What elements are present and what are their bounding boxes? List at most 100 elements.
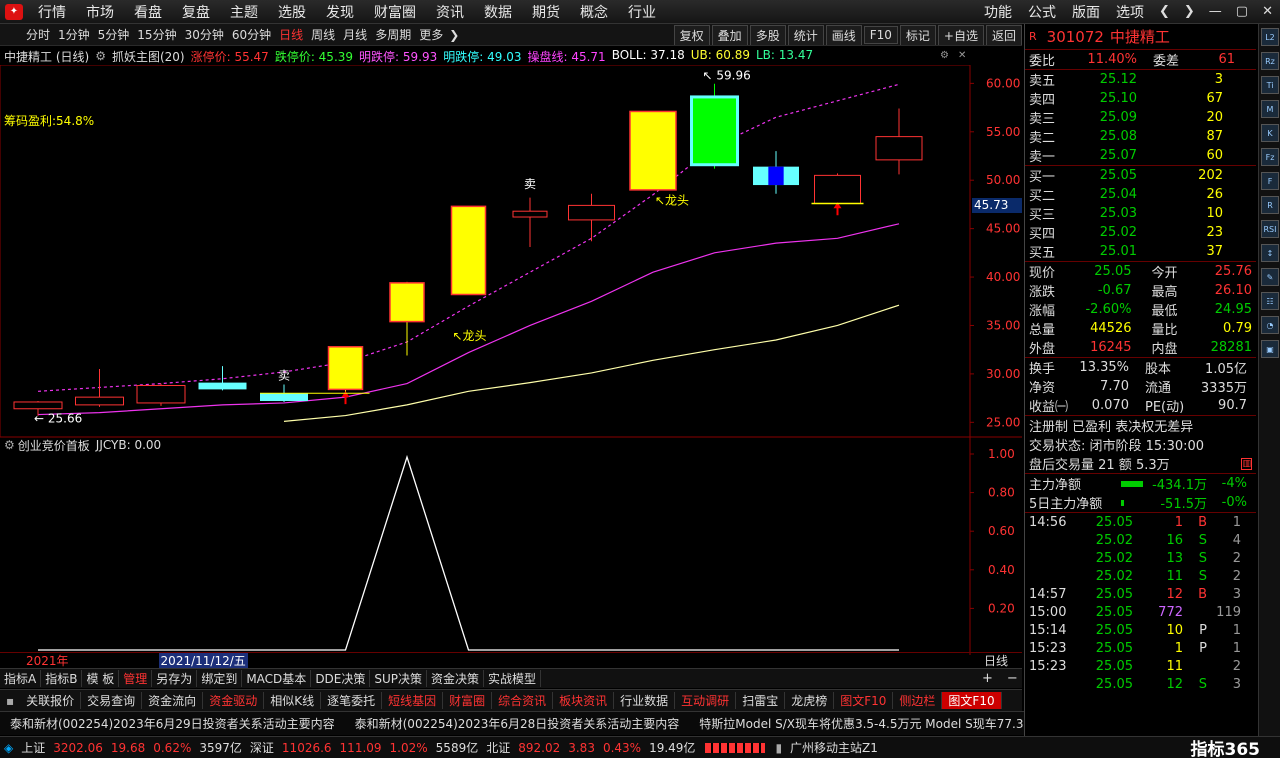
function-button[interactable]: 板块资讯 [553,692,615,709]
indicator-tab[interactable]: MACD基本 [242,670,312,687]
sidebar-tool-icon[interactable]: ✎ [1261,268,1279,286]
news-item[interactable]: 特斯拉Model S/X现车将优惠3.5-4.5万元 Model S现车77.3… [689,715,1053,732]
indicator-tab[interactable]: 资金决策 [427,670,485,687]
sidebar-tool-icon[interactable]: Rz [1261,52,1279,70]
function-button[interactable]: 关联报价 [20,692,82,709]
news-item[interactable]: 泰和新材(002254)2023年6月28日投资者关系活动主要内容 [345,715,690,732]
period-tab[interactable]: 月线 [339,26,371,43]
function-button[interactable]: 逐笔委托 [321,692,383,709]
sidebar-tool-icon[interactable]: RSI [1261,220,1279,238]
period-tab[interactable]: 60分钟 [228,26,275,43]
indicator-tab[interactable]: SUP决策 [370,670,428,687]
indicator-tab[interactable]: 管理 [119,670,153,687]
chart-mini-icon[interactable]: ▥ [1241,457,1252,470]
function-button[interactable]: 相似K线 [264,692,322,709]
function-button[interactable]: 资金流向 [142,692,204,709]
indicator-tab[interactable]: 绑定到 [197,670,243,687]
news-item[interactable]: 泰和新材(002254)2023年6月29日投资者关系活动主要内容 [0,715,345,732]
menu-item[interactable]: 选项 [1108,2,1152,22]
function-button[interactable]: 交易查询 [81,692,143,709]
indicator-tab[interactable]: 指标B [41,670,83,687]
function-button[interactable]: 图文F10 [834,692,894,709]
menu-item[interactable]: 数据 [474,2,522,22]
settings-icon[interactable]: ⚙ [940,50,949,61]
period-tab[interactable]: 5分钟 [94,26,134,43]
function-button[interactable]: 扫雷宝 [736,692,786,709]
function-button[interactable]: 短线基因 [382,692,444,709]
chart-tool-button[interactable]: 叠加 [711,24,748,45]
indicator-name[interactable]: 抓妖主图(20) [112,48,185,65]
more-chevron-icon[interactable]: ❯ [449,28,459,42]
zoom-out-icon[interactable]: − [1000,671,1025,686]
chart-tool-button[interactable]: 统计 [787,24,824,45]
indicator-tab[interactable]: 另存为 [152,670,198,687]
menu-item[interactable]: 概念 [570,2,618,22]
sidebar-tool-icon[interactable]: K [1261,124,1279,142]
menu-item[interactable]: 版面 [1064,2,1108,22]
function-button[interactable]: 行业数据 [614,692,676,709]
period-tab[interactable]: 15分钟 [133,26,180,43]
chart-tool-button[interactable]: F10 [863,26,898,44]
indicator-tab[interactable]: 模 板 [82,670,120,687]
period-tab[interactable]: 日线 [275,26,307,43]
period-tab[interactable]: 多周期 [371,26,415,43]
sidebar-tool-icon[interactable]: L2 [1261,28,1279,46]
menu-item[interactable]: 公式 [1020,2,1064,22]
menu-item[interactable]: 选股 [268,2,316,22]
station-name[interactable]: 广州移动主站Z1 [786,739,882,756]
func-menu-icon[interactable]: ▪ [0,694,20,708]
sidebar-tool-icon[interactable]: Fz [1261,148,1279,166]
chart-tool-button[interactable]: 复权 [673,24,710,45]
function-button[interactable]: 资金驱动 [203,692,265,709]
chart-tool-button[interactable]: 标记 [899,24,936,45]
menu-item[interactable]: 行业 [618,2,666,22]
function-button[interactable]: 综合资讯 [492,692,554,709]
period-tab[interactable]: 分时 [22,26,54,43]
kline-chart[interactable]: 60.00 55.00 50.00 45.00 40.00 35.00 30.00 25.00… [0,65,1022,655]
sidebar-tool-icon[interactable]: ◔ [1261,316,1279,334]
menu-item[interactable]: 主题 [220,2,268,22]
period-tab[interactable]: 1分钟 [54,26,94,43]
sidebar-tool-icon[interactable]: ☷ [1261,292,1279,310]
indicator-tab[interactable]: DDE决策 [311,670,371,687]
app-logo[interactable]: ✦ [0,0,28,23]
indicator-tab[interactable]: 指标A [0,670,42,687]
function-button[interactable]: 龙虎榜 [785,692,835,709]
chart-tool-button[interactable]: 画线 [825,24,862,45]
function-button[interactable]: 侧边栏 [893,692,943,709]
function-button[interactable]: 图文F10 [942,692,1002,709]
sidebar-tool-icon[interactable]: F [1261,172,1279,190]
forward-arrow-icon[interactable]: ❯ [1177,4,1202,19]
back-arrow-icon[interactable]: ❮ [1152,4,1177,19]
minimize-icon[interactable]: — [1202,4,1229,19]
period-tab[interactable]: 30分钟 [181,26,228,43]
menu-item[interactable]: 市场 [76,2,124,22]
period-tab[interactable]: 周线 [307,26,339,43]
sidebar-tool-icon[interactable]: ↕ [1261,244,1279,262]
sidebar-tool-icon[interactable]: ▣ [1261,340,1279,358]
menu-item[interactable]: 复盘 [172,2,220,22]
menu-item[interactable]: 期货 [522,2,570,22]
indicator-icon[interactable]: ⚙ [95,49,106,63]
collapse-icon[interactable]: ✕ [958,50,966,61]
indicator-icon[interactable]: ⚙ [4,438,15,452]
chart-tool-button[interactable]: +自选 [937,24,984,45]
chart-tool-button[interactable]: 返回 [985,24,1022,45]
menu-item[interactable]: 行情 [28,2,76,22]
menu-item[interactable]: 看盘 [124,2,172,22]
maximize-icon[interactable]: ▢ [1229,4,1255,19]
menu-item[interactable]: 发现 [316,2,364,22]
function-button[interactable]: 财富圈 [443,692,493,709]
status-menu-icon[interactable]: ◈ [0,741,17,755]
period-tab[interactable]: 更多 [415,26,447,43]
indicator-tab[interactable]: 实战模型 [484,670,542,687]
sidebar-tool-icon[interactable]: R [1261,196,1279,214]
zoom-in-icon[interactable]: + [975,671,1000,686]
sidebar-tool-icon[interactable]: Ti [1261,76,1279,94]
chart-tool-button[interactable]: 多股 [749,24,786,45]
menu-item[interactable]: 资讯 [426,2,474,22]
function-button[interactable]: 互动调研 [675,692,737,709]
sidebar-tool-icon[interactable]: M [1261,100,1279,118]
menu-item[interactable]: 功能 [976,2,1020,22]
menu-item[interactable]: 财富圈 [364,2,426,22]
